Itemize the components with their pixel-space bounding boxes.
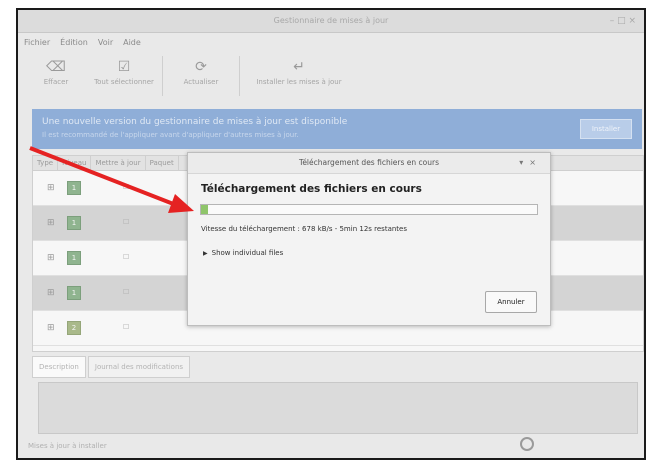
refresh-button-label: Actualiser bbox=[183, 78, 219, 86]
expand-icon[interactable]: ⊞ bbox=[47, 289, 55, 298]
update-checkbox[interactable]: ☐ bbox=[123, 253, 129, 261]
dialog-heading: Téléchargement des fichiers en cours bbox=[201, 183, 422, 195]
column-package[interactable]: Paquet bbox=[146, 156, 179, 170]
select-all-icon: ☑ bbox=[117, 59, 131, 75]
menu-file[interactable]: Fichier bbox=[24, 38, 50, 52]
install-updates-button[interactable]: ↵ Installer les mises à jour bbox=[244, 56, 354, 86]
clear-button-label: Effacer bbox=[43, 78, 69, 86]
tab-changelog[interactable]: Journal des modifications bbox=[87, 356, 191, 378]
banner-submessage: Il est recommandé de l'appliquer avant d… bbox=[42, 131, 299, 139]
install-icon: ↵ bbox=[293, 59, 305, 75]
window-title: Gestionnaire de mises à jour bbox=[273, 16, 389, 25]
expand-icon[interactable]: ⊞ bbox=[47, 219, 55, 228]
expand-icon[interactable]: ⊞ bbox=[47, 324, 55, 333]
show-files-toggle[interactable]: ▶ Show individual files bbox=[203, 249, 283, 257]
toolbar-separator bbox=[239, 56, 240, 96]
update-banner: Une nouvelle version du gestionnaire de … bbox=[32, 109, 642, 149]
tab-description[interactable]: Description bbox=[32, 356, 86, 378]
toolbar-separator bbox=[162, 56, 163, 96]
window-controls[interactable]: – □ × bbox=[610, 10, 636, 32]
dialog-titlebar: Téléchargement des fichiers en cours ▾× bbox=[188, 153, 550, 174]
banner-install-button[interactable]: Installer bbox=[580, 119, 632, 139]
column-level[interactable]: Niveau bbox=[58, 156, 92, 170]
menu-view[interactable]: Voir bbox=[98, 38, 113, 52]
description-panel bbox=[38, 382, 638, 434]
status-text: Mises à jour à installer bbox=[28, 442, 107, 450]
dialog-window-controls[interactable]: ▾× bbox=[519, 153, 542, 173]
level-badge: 1 bbox=[67, 286, 81, 300]
download-progress-bar bbox=[200, 204, 538, 215]
menubar: Fichier Édition Voir Aide bbox=[24, 38, 141, 52]
progress-fill bbox=[201, 205, 208, 214]
column-update[interactable]: Mettre à jour bbox=[91, 156, 146, 170]
toolbar: ⌫ Effacer ☑ Tout sélectionner ⟳ Actualis… bbox=[22, 56, 640, 106]
window-titlebar: Gestionnaire de mises à jour – □ × bbox=[18, 10, 644, 33]
level-badge: 1 bbox=[67, 181, 81, 195]
download-dialog: Téléchargement des fichiers en cours ▾× … bbox=[187, 152, 551, 326]
refresh-icon: ⟳ bbox=[195, 59, 207, 75]
update-checkbox[interactable]: ☐ bbox=[123, 323, 129, 331]
update-checkbox[interactable]: ☐ bbox=[123, 183, 129, 191]
install-updates-button-label: Installer les mises à jour bbox=[256, 78, 342, 86]
dialog-title: Téléchargement des fichiers en cours bbox=[299, 158, 439, 167]
level-badge: 1 bbox=[67, 216, 81, 230]
column-type[interactable]: Type bbox=[33, 156, 59, 170]
banner-message: Une nouvelle version du gestionnaire de … bbox=[42, 117, 348, 127]
update-checkbox[interactable]: ☐ bbox=[123, 218, 129, 226]
expand-icon[interactable]: ⊞ bbox=[47, 254, 55, 263]
select-all-button-label: Tout sélectionner bbox=[94, 78, 154, 86]
menu-edit[interactable]: Édition bbox=[60, 38, 88, 52]
clear-icon: ⌫ bbox=[46, 59, 66, 75]
download-speed-text: Vitesse du téléchargement : 678 kB/s - 5… bbox=[201, 225, 407, 233]
update-checkbox[interactable]: ☐ bbox=[123, 288, 129, 296]
clear-button[interactable]: ⌫ Effacer bbox=[22, 56, 90, 86]
bottom-tabs: Description Journal des modifications bbox=[32, 356, 192, 378]
shield-icon bbox=[520, 437, 534, 451]
expander-arrow-icon: ▶ bbox=[203, 250, 208, 257]
show-files-label: Show individual files bbox=[211, 249, 284, 257]
refresh-button[interactable]: ⟳ Actualiser bbox=[167, 56, 235, 86]
cancel-button[interactable]: Annuler bbox=[485, 291, 537, 313]
level-badge: 1 bbox=[67, 251, 81, 265]
menu-help[interactable]: Aide bbox=[123, 38, 141, 52]
select-all-button[interactable]: ☑ Tout sélectionner bbox=[90, 56, 158, 86]
expand-icon[interactable]: ⊞ bbox=[47, 184, 55, 193]
level-badge: 2 bbox=[67, 321, 81, 335]
